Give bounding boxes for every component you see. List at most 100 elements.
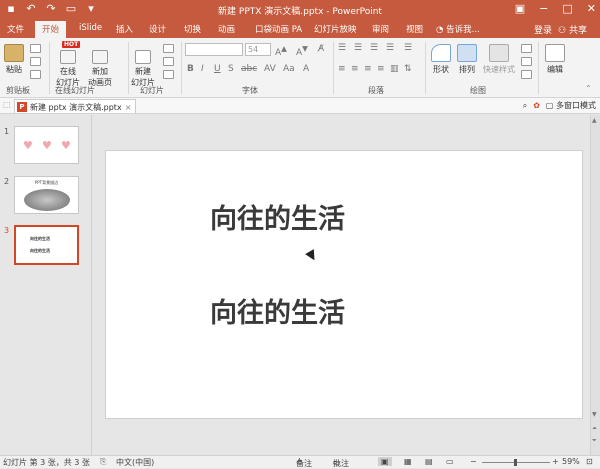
change-case-icon[interactable]: Aa bbox=[283, 64, 295, 74]
zoom-slider-handle[interactable] bbox=[514, 459, 517, 466]
reset-icon[interactable] bbox=[163, 57, 174, 66]
current-slide[interactable]: 向往的生活 向往的生活 bbox=[105, 150, 583, 419]
next-slide-icon[interactable]: ⏷ bbox=[592, 437, 597, 445]
line-spacing-icon[interactable]: ☰ bbox=[404, 43, 412, 53]
font-size-box[interactable]: 54 bbox=[245, 43, 271, 56]
tab-menu-icon[interactable]: ⬚ bbox=[3, 100, 11, 109]
tab-file[interactable]: 文件 bbox=[7, 23, 24, 35]
zoom-in-icon[interactable]: + bbox=[552, 457, 559, 466]
paragraph-group-label: 段落 bbox=[368, 86, 384, 95]
powerpoint-file-icon: P bbox=[17, 102, 27, 112]
align-right-icon[interactable]: ≡ bbox=[364, 64, 372, 74]
justify-icon[interactable]: ≡ bbox=[377, 64, 385, 74]
clipboard-icon bbox=[4, 44, 24, 62]
thumb-number: 1 bbox=[4, 127, 10, 136]
paste-button[interactable]: 粘贴 bbox=[3, 44, 25, 75]
format-painter-icon[interactable] bbox=[30, 70, 41, 79]
zoom-out-icon[interactable]: − bbox=[470, 457, 477, 466]
clear-format-icon[interactable]: A̸ bbox=[318, 44, 324, 54]
shape-effects-icon[interactable] bbox=[521, 70, 532, 79]
close-tab-icon[interactable]: × bbox=[125, 103, 132, 112]
tab-transitions[interactable]: 切换 bbox=[184, 23, 201, 35]
multi-window-button[interactable]: ▢ 多窗口模式 bbox=[546, 100, 596, 111]
photo-image bbox=[24, 189, 70, 211]
slide-text-line-2[interactable]: 向往的生活 bbox=[210, 291, 345, 330]
tab-slideshow[interactable]: 幻灯片放映 bbox=[314, 23, 357, 35]
ribbon-display-icon[interactable]: ▣ bbox=[515, 2, 525, 15]
tab-insert[interactable]: 插入 bbox=[116, 23, 133, 35]
reading-view-icon[interactable]: ▤ bbox=[425, 457, 433, 466]
slide-thumbnail-3[interactable]: 向往的生活 向往的生活 bbox=[14, 225, 79, 265]
maximize-icon[interactable]: □ bbox=[562, 2, 572, 15]
heart-icon: ♥ bbox=[42, 139, 52, 152]
columns-icon[interactable]: ▥ bbox=[390, 64, 399, 74]
title-bar: ▪ ↶ ↷ ▭ ▾ 新建 PPTX 演示文稿.pptx - PowerPoint… bbox=[0, 0, 600, 20]
fit-to-window-icon[interactable]: ⊡ bbox=[586, 457, 593, 466]
new-animation-page-button[interactable]: 新加 动画页 bbox=[85, 50, 115, 88]
minimize-icon[interactable]: − bbox=[539, 2, 548, 15]
group-divider bbox=[49, 42, 50, 94]
italic-icon[interactable]: I bbox=[201, 64, 204, 74]
slide-thumbnail-1[interactable]: ♥ ♥ ♥ bbox=[14, 126, 79, 164]
bold-icon[interactable]: B bbox=[187, 64, 194, 74]
scroll-down-icon[interactable]: ▼ bbox=[592, 411, 597, 418]
prev-slide-icon[interactable]: ⏶ bbox=[592, 425, 597, 433]
align-left-icon[interactable]: ≡ bbox=[338, 64, 346, 74]
tab-pocket-animation[interactable]: 口袋动画 PA bbox=[255, 23, 302, 35]
slide-sorter-icon[interactable]: ▦ bbox=[404, 457, 412, 466]
text-direction-icon[interactable]: ⇅ bbox=[404, 64, 412, 74]
editing-button[interactable]: 编辑 bbox=[543, 44, 567, 75]
shadow-icon[interactable]: S bbox=[228, 64, 234, 74]
increase-indent-icon[interactable]: ☰ bbox=[386, 43, 394, 53]
online-slides-button[interactable]: 在线 幻灯片 bbox=[53, 50, 83, 88]
tab-review[interactable]: 审阅 bbox=[372, 23, 389, 35]
strikethrough-icon[interactable]: abc bbox=[241, 64, 257, 74]
drawing-group-label: 绘图 bbox=[470, 86, 486, 95]
quick-styles-button[interactable]: 快速样式 bbox=[481, 44, 517, 75]
tell-me-search[interactable]: ◔ 告诉我... bbox=[436, 23, 480, 35]
bullets-icon[interactable]: ☰ bbox=[338, 43, 346, 53]
tab-design[interactable]: 设计 bbox=[149, 23, 166, 35]
language-indicator[interactable]: 中文(中国) bbox=[116, 457, 154, 468]
tab-animations[interactable]: 动画 bbox=[218, 23, 235, 35]
share-button[interactable]: ⚇ 共享 bbox=[558, 23, 587, 36]
font-name-box[interactable] bbox=[185, 43, 243, 56]
scroll-up-icon[interactable]: ▲ bbox=[592, 117, 597, 124]
decrease-indent-icon[interactable]: ☰ bbox=[370, 43, 378, 53]
collapse-ribbon-icon[interactable]: ⌃ bbox=[585, 84, 592, 93]
char-spacing-icon[interactable]: AV bbox=[264, 64, 276, 74]
shrink-font-icon[interactable]: A▼ bbox=[296, 44, 308, 58]
normal-view-icon[interactable]: ▣ bbox=[378, 457, 392, 466]
slide-text-line-1[interactable]: 向往的生活 bbox=[210, 197, 345, 236]
layout-icon[interactable] bbox=[163, 44, 174, 53]
font-color-icon[interactable]: A bbox=[303, 64, 309, 74]
shapes-icon bbox=[431, 44, 451, 62]
arrange-button[interactable]: 排列 bbox=[455, 44, 479, 75]
section-icon[interactable] bbox=[163, 70, 174, 79]
cut-icon[interactable] bbox=[30, 44, 41, 53]
shape-outline-icon[interactable] bbox=[521, 57, 532, 66]
new-slide-button[interactable]: 新建 幻灯片 bbox=[131, 50, 155, 88]
lightbulb-icon: ◔ bbox=[436, 25, 444, 35]
close-icon[interactable]: ✕ bbox=[587, 2, 596, 15]
login-link[interactable]: 登录 bbox=[534, 23, 552, 36]
numbering-icon[interactable]: ☰ bbox=[354, 43, 362, 53]
document-tab[interactable]: P 新建 pptx 演示文稿.pptx × bbox=[14, 99, 137, 113]
slide-thumbnail-2[interactable]: PPT背景描边 bbox=[14, 176, 79, 214]
gear-icon[interactable]: ✿ bbox=[533, 101, 540, 110]
tab-islide[interactable]: iSlide bbox=[79, 23, 102, 33]
slideshow-icon[interactable]: ▭ bbox=[446, 457, 454, 466]
tab-home[interactable]: 开始 bbox=[35, 21, 67, 38]
underline-icon[interactable]: U bbox=[214, 64, 221, 74]
tab-view[interactable]: 视图 bbox=[406, 23, 423, 35]
spellcheck-icon[interactable]: ⎘ bbox=[100, 457, 106, 467]
zoom-level[interactable]: 59% bbox=[562, 457, 580, 466]
shape-fill-icon[interactable] bbox=[521, 44, 532, 53]
document-tab-bar: ⬚ P 新建 pptx 演示文稿.pptx × ⌕ ✿ ▢ 多窗口模式 bbox=[0, 98, 600, 114]
align-center-icon[interactable]: ≡ bbox=[351, 64, 359, 74]
vertical-scrollbar[interactable]: ▲ ▼ ⏶ ⏷ bbox=[590, 115, 600, 455]
grow-font-icon[interactable]: A▲ bbox=[275, 44, 287, 58]
copy-icon[interactable] bbox=[30, 57, 41, 66]
shapes-button[interactable]: 形状 bbox=[429, 44, 453, 75]
search-icon[interactable]: ⌕ bbox=[523, 101, 527, 111]
